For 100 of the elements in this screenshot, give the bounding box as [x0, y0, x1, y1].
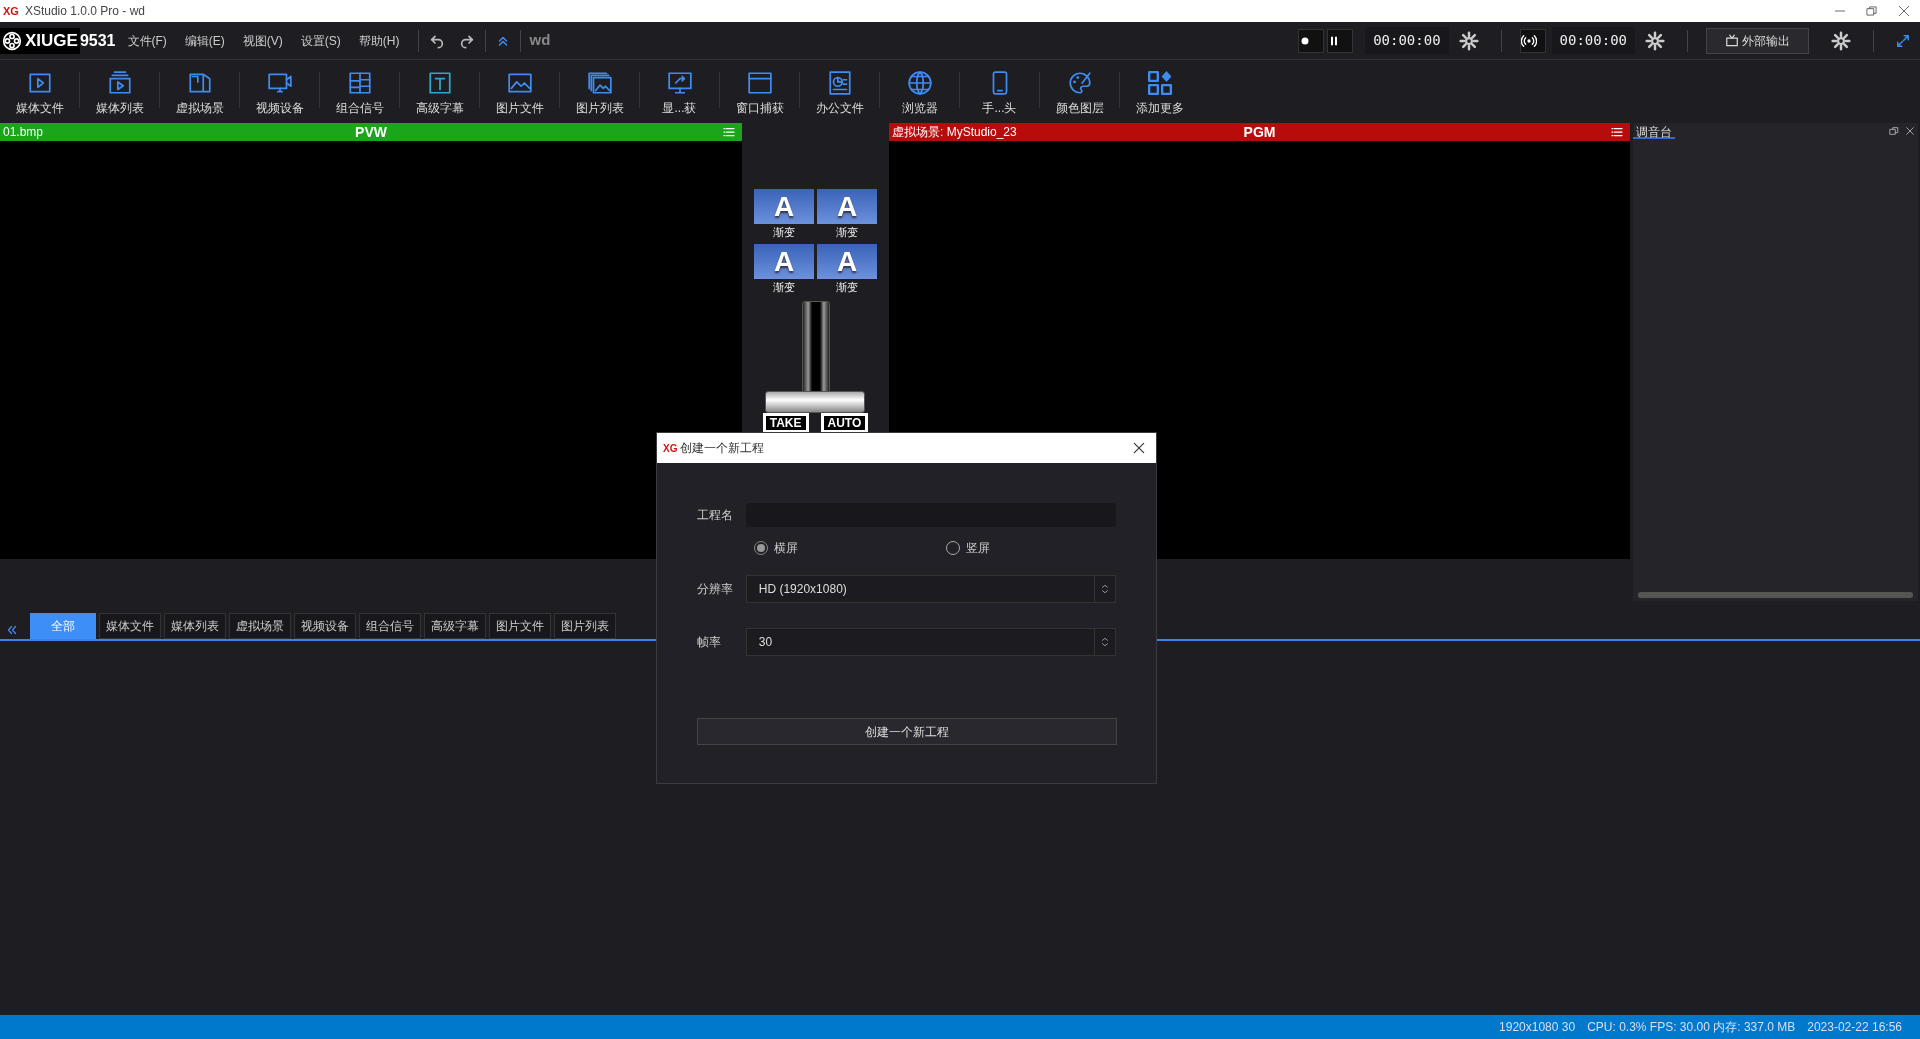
gallery-icon [586, 69, 613, 96]
toolbar-button[interactable]: 媒体文件 [0, 63, 79, 117]
system-stats: CPU: 0.3% FPS: 30.00 内存: 337.0 MB [1587, 1019, 1796, 1036]
transition-button[interactable]: A 渐变 [754, 243, 814, 295]
transition-button[interactable]: A 渐变 [817, 243, 877, 295]
playlist-icon [106, 69, 133, 96]
create-button[interactable]: 创建一个新工程 [697, 718, 1117, 745]
source-tab[interactable]: 媒体列表 [164, 613, 226, 639]
layout-icon [346, 69, 373, 96]
toolbar-button[interactable]: 虚拟场景 [160, 63, 239, 117]
radio-label: 竖屏 [966, 540, 990, 557]
video-format: 1920x1080 30 [1499, 1019, 1576, 1036]
monitor-icon [666, 69, 693, 96]
toolbar-button[interactable]: 媒体列表 [80, 63, 159, 117]
dropdown-value: HD (1920x1080) [757, 581, 848, 598]
source-tab[interactable]: 图片文件 [489, 613, 551, 639]
toolbar-button[interactable]: 显...获 [640, 63, 719, 117]
menu-icon [723, 126, 735, 138]
source-name: 虚拟场景: MyStudio_23 [892, 124, 1017, 141]
tv-icon [1725, 33, 1739, 48]
menu-item[interactable]: 编辑(E) [178, 31, 231, 50]
dialog-title: 创建一个新工程 [680, 440, 765, 457]
window-title: XStudio 1.0.0 Pro - wd [24, 3, 145, 20]
scrollbar[interactable] [1638, 592, 1913, 598]
transition-tile: A [817, 189, 877, 224]
toolbar-button[interactable]: 浏览器 [880, 63, 959, 117]
window-icon [746, 69, 773, 96]
app-logo: XG [3, 3, 19, 19]
toolbar-button[interactable]: 高级字幕 [400, 63, 479, 117]
broadcast-icon [1520, 32, 1537, 49]
app-logo: XG [663, 441, 678, 456]
menu-item[interactable]: 帮助(H) [352, 31, 406, 50]
transition-tile: A [754, 243, 814, 279]
project-name: wd [529, 30, 551, 51]
output-button[interactable]: 外部输出 [1706, 27, 1809, 54]
source-tab[interactable]: 组合信号 [359, 613, 421, 639]
updown-icon [1100, 582, 1110, 596]
radio-label: 横屏 [774, 540, 798, 557]
dropdown-field[interactable]: 30 [745, 628, 1116, 656]
monitor-label: PVW [355, 122, 387, 142]
pause-button[interactable] [1327, 28, 1354, 53]
menu-item[interactable]: 文件(F) [121, 31, 173, 50]
source-tab[interactable]: 高级字幕 [424, 613, 486, 639]
toolbar-button[interactable]: 手...头 [960, 63, 1039, 117]
film-reel-icon [2, 30, 22, 51]
chart-icon [826, 69, 853, 96]
dropdown-value: 30 [757, 634, 774, 651]
take-button[interactable]: TAKE [762, 413, 809, 433]
radio-option[interactable]: 竖屏 [942, 539, 994, 557]
source-tab[interactable]: 虚拟场景 [229, 613, 291, 639]
transition-label: 渐变 [773, 226, 795, 238]
settings-icon [1645, 30, 1665, 51]
settings-icon [1458, 30, 1479, 51]
text-icon [426, 69, 453, 96]
expand-icon [1896, 33, 1910, 48]
menu-item[interactable]: 视图(V) [236, 31, 289, 50]
palette-icon [1066, 69, 1093, 96]
toolbar-button[interactable]: 图片文件 [480, 63, 559, 117]
float-icon[interactable] [1889, 126, 1899, 136]
panel-title[interactable]: 调音台 [1633, 123, 1675, 139]
toolbar-button[interactable]: 窗口捕获 [720, 63, 799, 117]
menu-item[interactable]: 设置(S) [294, 31, 347, 50]
source-tab[interactable]: 视频设备 [294, 613, 356, 639]
logo-text: XIUGE [25, 29, 78, 52]
source-tab[interactable]: 媒体文件 [99, 613, 161, 639]
dropdown-field[interactable]: HD (1920x1080) [745, 575, 1116, 603]
field-label: 分辨率 [697, 581, 734, 598]
transition-button[interactable]: A 渐变 [754, 189, 814, 241]
restore-icon[interactable] [1865, 4, 1879, 18]
toolbar-button[interactable]: 添加更多 [1120, 63, 1199, 117]
radio-option[interactable]: 横屏 [750, 539, 942, 557]
monitor-label: PGM [1243, 122, 1276, 142]
transition-button[interactable]: A 渐变 [817, 189, 877, 241]
toolbar-button[interactable]: 组合信号 [320, 63, 399, 117]
close-icon [1132, 441, 1146, 455]
field-label: 工程名 [697, 507, 734, 524]
double-chevron-left-icon [6, 624, 18, 636]
source-name: 01.bmp [3, 124, 44, 141]
field-label: 帧率 [697, 634, 722, 651]
stream-button[interactable] [1519, 28, 1546, 53]
version-number: 9531 [79, 30, 116, 51]
close-icon[interactable] [1905, 126, 1915, 136]
transition-label: 渐变 [836, 226, 858, 238]
tbar-handle[interactable] [764, 391, 865, 413]
settings-icon [1831, 30, 1851, 51]
apps-icon [1146, 69, 1173, 96]
transition-tile: A [817, 243, 877, 279]
toolbar-button[interactable]: 视频设备 [240, 63, 319, 117]
close-icon[interactable] [1897, 4, 1911, 18]
menu-icon [1611, 126, 1623, 138]
auto-button[interactable]: AUTO [820, 413, 869, 433]
stream-timer: 00:00:00 [1551, 27, 1635, 54]
date-time: 2023-02-22 16:56 [1807, 1019, 1902, 1036]
transition-label: 渐变 [836, 280, 858, 293]
toolbar-button[interactable]: 办公文件 [800, 63, 879, 117]
source-tab[interactable]: 图片列表 [554, 613, 616, 639]
updown-icon [1100, 635, 1110, 649]
record-button[interactable] [1298, 28, 1325, 53]
toolbar-button[interactable]: 图片列表 [560, 63, 639, 117]
toolbar-button[interactable]: 颜色图层 [1040, 63, 1119, 117]
